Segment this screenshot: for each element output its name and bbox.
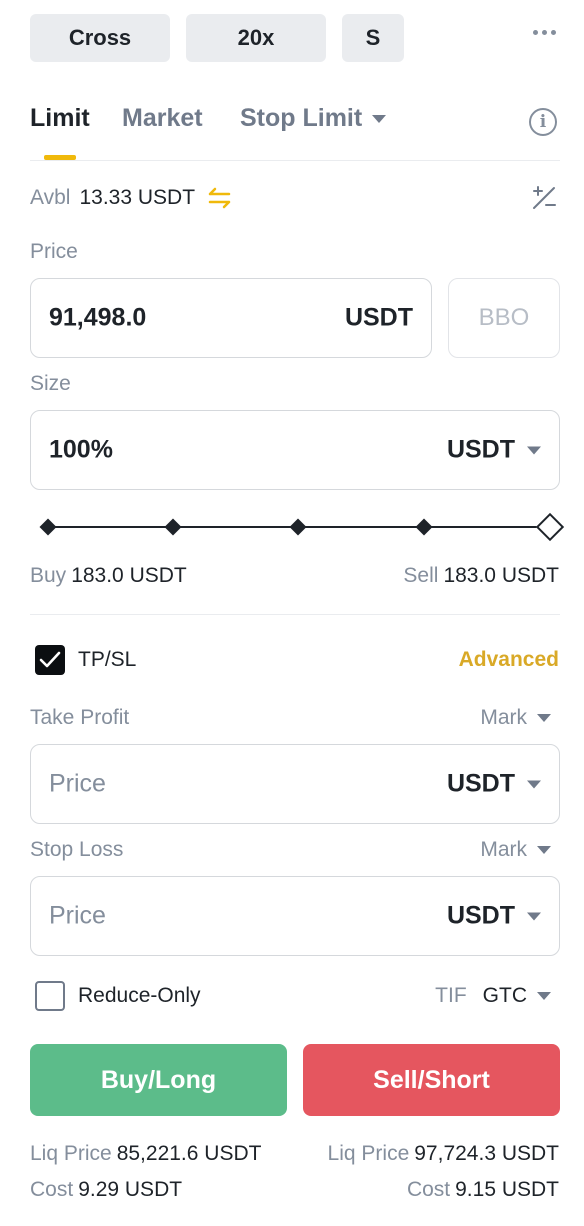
more-horizontal-icon[interactable] (528, 22, 560, 42)
sell-amount-value: 183.0 USDT (443, 564, 559, 587)
position-mode-button[interactable]: S (342, 14, 404, 62)
take-profit-trigger-select[interactable]: Mark (480, 706, 551, 730)
price-unit: USDT (344, 303, 413, 332)
buy-cost: Cost 9.29 USDT (30, 1178, 182, 1202)
stop-loss-label: Stop Loss (30, 838, 124, 861)
tabs-divider (30, 160, 560, 161)
buy-liq-price: Liq Price 85,221.6 USDT (30, 1142, 261, 1166)
take-profit-unit-select[interactable]: USDT (447, 770, 541, 799)
chevron-down-icon (537, 714, 551, 722)
buy-cost-value: 9.29 USDT (78, 1178, 183, 1201)
take-profit-placeholder: Price (49, 769, 106, 798)
section-divider (30, 614, 560, 615)
buy-amount-label: Buy (30, 564, 67, 587)
bbo-button[interactable]: BBO (448, 278, 560, 358)
tab-market[interactable]: Market (122, 104, 203, 133)
reduce-only-label: Reduce-Only (78, 984, 201, 1007)
transfer-arrows-icon[interactable] (207, 186, 233, 210)
size-unit-select[interactable]: USDT (447, 436, 541, 465)
tab-limit[interactable]: Limit (30, 104, 90, 133)
size-value: 100% (49, 435, 113, 464)
tpsl-label: TP/SL (78, 648, 137, 671)
size-unit-label: USDT (446, 435, 515, 464)
checkmark-icon (39, 651, 61, 668)
available-value: 13.33 USDT (79, 186, 196, 209)
buy-amount: Buy 183.0 USDT (30, 564, 187, 588)
price-input[interactable]: 91,498.0 USDT (30, 278, 432, 358)
reduce-only-checkbox[interactable] (35, 981, 65, 1011)
sell-liq-label: Liq Price (327, 1142, 410, 1165)
tpsl-checkbox[interactable] (35, 645, 65, 675)
take-profit-unit-label: USDT (446, 769, 515, 798)
chevron-down-icon (527, 446, 541, 454)
take-profit-trigger-label: Mark (480, 706, 527, 729)
stop-loss-trigger-label: Mark (480, 838, 527, 861)
buy-cost-label: Cost (30, 1178, 74, 1201)
info-icon[interactable]: i (529, 108, 557, 136)
chevron-down-icon (537, 846, 551, 854)
chevron-down-icon (527, 780, 541, 788)
tif-value: GTC (482, 984, 527, 1007)
slider-mark-50[interactable] (289, 518, 307, 536)
tif-select[interactable]: TIF GTC (435, 984, 551, 1008)
tif-label: TIF (435, 984, 467, 1007)
stop-loss-unit-select[interactable]: USDT (447, 902, 541, 931)
price-value: 91,498.0 (49, 303, 147, 332)
stop-loss-input[interactable]: Price USDT (30, 876, 560, 956)
slider-handle[interactable] (535, 512, 565, 542)
chevron-down-icon (372, 115, 387, 124)
take-profit-input[interactable]: Price USDT (30, 744, 560, 824)
leverage-button[interactable]: 20x (186, 14, 326, 62)
buy-liq-label: Liq Price (30, 1142, 112, 1165)
sell-cost-label: Cost (406, 1178, 451, 1201)
margin-mode-button[interactable]: Cross (30, 14, 170, 62)
tab-stop-limit-label: Stop Limit (240, 104, 363, 132)
sell-liq-price: Liq Price 97,724.3 USDT (328, 1142, 559, 1166)
slider-mark-75[interactable] (415, 518, 433, 536)
sell-amount-label: Sell (403, 564, 439, 587)
take-profit-label: Take Profit (30, 706, 130, 729)
buy-long-button[interactable]: Buy/Long (30, 1044, 287, 1116)
chevron-down-icon (537, 992, 551, 1000)
calculator-icon[interactable] (530, 184, 558, 212)
slider-mark-25[interactable] (164, 518, 182, 536)
tab-stop-limit[interactable]: Stop Limit (240, 104, 387, 133)
sell-liq-value: 97,724.3 USDT (414, 1142, 559, 1165)
size-input[interactable]: 100% USDT (30, 410, 560, 490)
stop-loss-trigger-select[interactable]: Mark (480, 838, 551, 862)
sell-short-button[interactable]: Sell/Short (303, 1044, 560, 1116)
buy-liq-value: 85,221.6 USDT (116, 1142, 262, 1165)
sell-cost: Cost 9.15 USDT (407, 1178, 559, 1202)
stop-loss-unit-label: USDT (446, 901, 515, 930)
buy-amount-value: 183.0 USDT (71, 564, 187, 587)
price-label: Price (30, 240, 78, 263)
size-label: Size (30, 372, 71, 395)
slider-mark-0[interactable] (39, 518, 57, 536)
sell-amount: Sell 183.0 USDT (403, 564, 559, 588)
available-label: Avbl (30, 186, 71, 209)
stop-loss-placeholder: Price (49, 901, 106, 930)
advanced-link[interactable]: Advanced (459, 648, 559, 672)
chevron-down-icon (527, 912, 541, 920)
available-balance: Avbl 13.33 USDT (30, 186, 233, 210)
sell-cost-value: 9.15 USDT (455, 1178, 559, 1201)
